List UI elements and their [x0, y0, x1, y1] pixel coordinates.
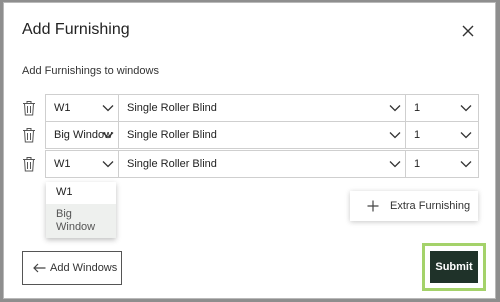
- furnishing-row: W1 Single Roller Blind 1: [22, 94, 482, 122]
- chevron-down-icon: [102, 161, 114, 168]
- chevron-down-icon: [389, 161, 401, 168]
- chevron-down-icon: [460, 105, 472, 112]
- furnishing-select[interactable]: Single Roller Blind: [118, 94, 408, 122]
- trash-icon[interactable]: [22, 156, 36, 172]
- close-icon[interactable]: [460, 23, 476, 39]
- trash-icon[interactable]: [22, 127, 36, 143]
- window-select[interactable]: W1: [45, 150, 121, 178]
- furnishing-select-value: Single Roller Blind: [127, 102, 217, 114]
- window-select[interactable]: Big Window: [45, 121, 121, 149]
- dialog-subtitle: Add Furnishings to windows: [22, 65, 159, 77]
- plus-icon: [367, 200, 379, 212]
- quantity-select[interactable]: 1: [405, 94, 479, 122]
- furnishing-select-value: Single Roller Blind: [127, 129, 217, 141]
- dropdown-option-big-window[interactable]: Big Window: [46, 204, 116, 238]
- chevron-down-icon: [460, 161, 472, 168]
- furnishing-select[interactable]: Single Roller Blind: [118, 121, 408, 149]
- window-select[interactable]: W1: [45, 94, 121, 122]
- add-windows-label: Add Windows: [50, 262, 118, 274]
- furnishing-row: W1 Single Roller Blind 1: [22, 150, 482, 178]
- chevron-down-icon: [102, 132, 114, 139]
- chevron-down-icon: [460, 132, 472, 139]
- chevron-down-icon: [102, 105, 114, 112]
- add-furnishing-dialog: Add Furnishing Add Furnishings to window…: [3, 2, 496, 299]
- dropdown-option-w1[interactable]: W1: [46, 182, 116, 204]
- dialog-title: Add Furnishing: [22, 21, 130, 38]
- add-windows-button[interactable]: Add Windows: [22, 251, 122, 285]
- chevron-down-icon: [389, 132, 401, 139]
- trash-icon[interactable]: [22, 100, 36, 116]
- furnishing-row: Big Window Single Roller Blind 1: [22, 121, 482, 149]
- quantity-select[interactable]: 1: [405, 150, 479, 178]
- window-dropdown-menu: W1 Big Window: [46, 182, 116, 238]
- furnishing-select-value: Single Roller Blind: [127, 158, 217, 170]
- extra-furnishing-button[interactable]: Extra Furnishing: [350, 191, 478, 221]
- submit-highlight: Submit: [422, 243, 486, 291]
- chevron-down-icon: [389, 105, 401, 112]
- arrow-left-icon: [33, 263, 46, 273]
- quantity-select[interactable]: 1: [405, 121, 479, 149]
- extra-furnishing-label: Extra Furnishing: [390, 200, 471, 212]
- furnishing-select[interactable]: Single Roller Blind: [118, 150, 408, 178]
- submit-button[interactable]: Submit: [430, 251, 478, 283]
